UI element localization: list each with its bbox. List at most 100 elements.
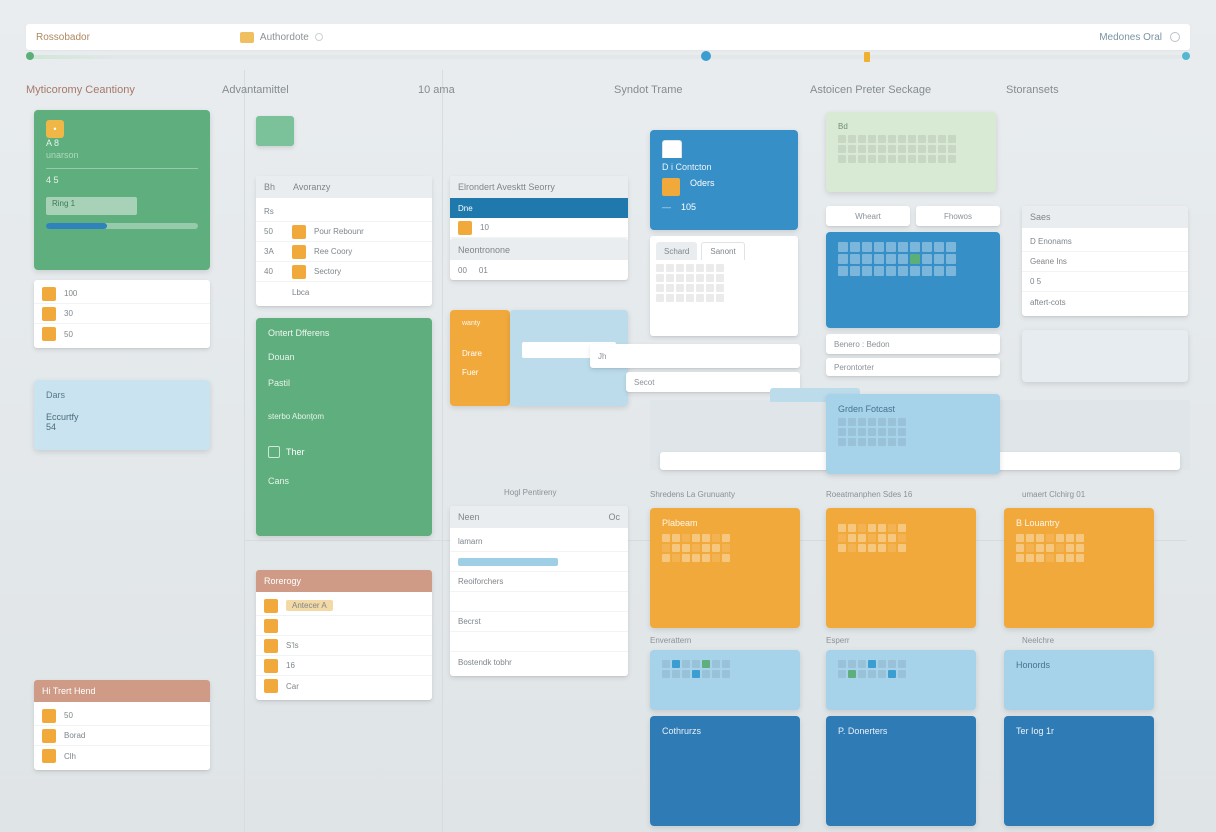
lblue-title-c6: Neelchre: [1022, 636, 1054, 645]
square-icon: [458, 221, 472, 235]
gold-title: Plabeam: [662, 518, 788, 528]
timeline-marker-mid[interactable]: [701, 51, 711, 61]
list-item[interactable]: Antecer A: [256, 596, 432, 616]
c4a-sub: Oders: [690, 178, 715, 196]
c3l-head: NeenOc: [450, 506, 628, 528]
timeline-marker-gold[interactable]: [864, 52, 870, 62]
panel-blue-c4a[interactable]: D i Contcton Oders —105: [650, 130, 798, 230]
card-col2-table: BhAvoranzy Rs 50Pour Rebounr 3ARee Coory…: [256, 176, 432, 306]
progress-track[interactable]: [46, 223, 198, 229]
tab[interactable]: Sanont: [701, 242, 744, 260]
input-c5-1[interactable]: Benero : Bedon: [826, 334, 1000, 354]
panel-cal-c5[interactable]: Grden Fotcast: [826, 394, 1000, 474]
card-whitegrid[interactable]: SchardSanont: [650, 236, 798, 336]
gold-card-c5[interactable]: [826, 508, 976, 628]
orange-tag: wanty: [462, 320, 498, 327]
green-line-1: A 8: [46, 138, 198, 150]
gold-card-c6[interactable]: B Louantry: [1004, 508, 1154, 628]
panel-green-differs[interactable]: Ontert Dfferens Douan Pastil sterbo Abon…: [256, 318, 432, 536]
timeline-ruler[interactable]: [26, 55, 1190, 59]
lblue-card-c4[interactable]: [650, 650, 800, 710]
table-head: BhAvoranzy: [256, 176, 432, 198]
green-line-3: 4 5: [46, 175, 198, 187]
green-line-4: Ring 1: [46, 197, 137, 215]
folder-icon: [240, 32, 254, 43]
list-item[interactable]: aftert-cots: [1022, 292, 1188, 312]
brand-label: Rossobador: [36, 32, 90, 43]
list-item[interactable]: S'ls: [256, 636, 432, 656]
list-item[interactable]: [450, 632, 628, 652]
panel-orange-small[interactable]: wanty Drare Fuer: [450, 310, 510, 406]
list-item[interactable]: D Enonams: [1022, 232, 1188, 252]
timeline-marker-end[interactable]: [1182, 52, 1190, 60]
mini-calendar: [662, 534, 788, 562]
mint-chip[interactable]: [256, 116, 294, 146]
table-row[interactable]: 40Sectory: [256, 262, 432, 282]
list-item[interactable]: lamarn: [450, 532, 628, 552]
green2-line: Douan: [268, 352, 420, 364]
list-item[interactable]: Bostendk tobhr: [450, 652, 628, 672]
list-item[interactable]: 0 5: [1022, 272, 1188, 292]
rose2-head: Rorerogy: [256, 570, 432, 592]
input-c5-2[interactable]: Perontorter: [826, 358, 1000, 376]
column-headers: Myticoromy Ceantiony Advantamittel 10 am…: [26, 84, 1190, 96]
green2-line: Ther: [286, 447, 305, 457]
topbar-center: Authordote: [260, 32, 309, 43]
table-row[interactable]: Lbca: [256, 282, 432, 302]
tab[interactable]: Schard: [656, 242, 697, 260]
list-item[interactable]: Geane Ins: [1022, 252, 1188, 272]
gold-card-c4[interactable]: Plabeam: [650, 508, 800, 628]
lblue-card-c6[interactable]: Honords: [1004, 650, 1154, 710]
list-item[interactable]: [450, 552, 628, 572]
panel-blue-c5[interactable]: [826, 232, 1000, 328]
table-row[interactable]: 50Pour Rebounr: [256, 222, 432, 242]
list-item[interactable]: 30: [34, 304, 210, 324]
list-item[interactable]: 16: [256, 656, 432, 676]
list-item[interactable]: [256, 616, 432, 636]
c4-subgrid-title: Enverattern: [650, 636, 691, 645]
checkbox-icon[interactable]: [268, 446, 280, 458]
panel-grey-c6: [1022, 330, 1188, 382]
list-item[interactable]: 50: [34, 706, 210, 726]
card-col3-a: Elrondert Avesktt Seorry Dne 10 Neontron…: [450, 176, 628, 280]
list-item[interactable]: 50: [34, 324, 210, 344]
list-item[interactable]: Clh: [34, 746, 210, 766]
dblue-card-c4[interactable]: Cothrurzs: [650, 716, 800, 826]
orange-row: Drare: [462, 349, 498, 358]
col-head-6: Storansets: [1006, 84, 1190, 96]
tab[interactable]: [662, 140, 682, 158]
mini-btn-2[interactable]: Fhowos: [916, 206, 1000, 226]
topbar-right-label[interactable]: Medones Oral: [1099, 32, 1162, 43]
list-item[interactable]: Reoiforchers: [450, 572, 628, 592]
square-icon: [42, 327, 56, 341]
col3-title3: Hogl Pentireny: [504, 488, 556, 497]
mini-calendar: [838, 418, 988, 446]
dblue-card-c5[interactable]: P. Donerters: [826, 716, 976, 826]
status-dot-icon: [315, 33, 323, 41]
c3a-bluebar[interactable]: Dne: [450, 198, 628, 218]
list-item[interactable]: [450, 592, 628, 612]
list-item[interactable]: Becrst: [450, 612, 628, 632]
card-rose-list: Hi Trert Hend 50 Borad Clh: [34, 680, 210, 770]
timeline-marker-start[interactable]: [26, 52, 34, 60]
mini-btn-1[interactable]: Wheart: [826, 206, 910, 226]
input-label: Jh: [598, 352, 606, 361]
table-row[interactable]: 3ARee Coory: [256, 242, 432, 262]
list-item[interactable]: 100: [34, 284, 210, 304]
col-head-5: Astoicen Preter Seckage: [810, 84, 994, 96]
dblue-card-c6[interactable]: Ter Iog 1r: [1004, 716, 1154, 826]
mini-calendar[interactable]: [656, 264, 792, 302]
panel-category-green[interactable]: • A 8 unarson 4 5 Ring 1: [34, 110, 210, 270]
list-item[interactable]: Borad: [34, 726, 210, 746]
list-item[interactable]: Car: [256, 676, 432, 696]
table-row[interactable]: Rs: [256, 202, 432, 222]
lblue-card-c5[interactable]: [826, 650, 976, 710]
grid-top-c5[interactable]: Bd: [826, 112, 996, 192]
square-icon: [42, 729, 56, 743]
card-c6-a: Saes D Enonams Geane Ins 0 5 aftert-cots: [1022, 206, 1188, 316]
panel-skybox[interactable]: Dars Eccurtfy 54: [34, 380, 210, 450]
green2-title: Ontert Dfferens: [268, 328, 420, 338]
input-c4-1[interactable]: Jh: [590, 344, 800, 368]
profile-dot-icon[interactable]: [1170, 32, 1180, 42]
gold-title-c6: umaert Clchirg 01: [1022, 490, 1085, 499]
